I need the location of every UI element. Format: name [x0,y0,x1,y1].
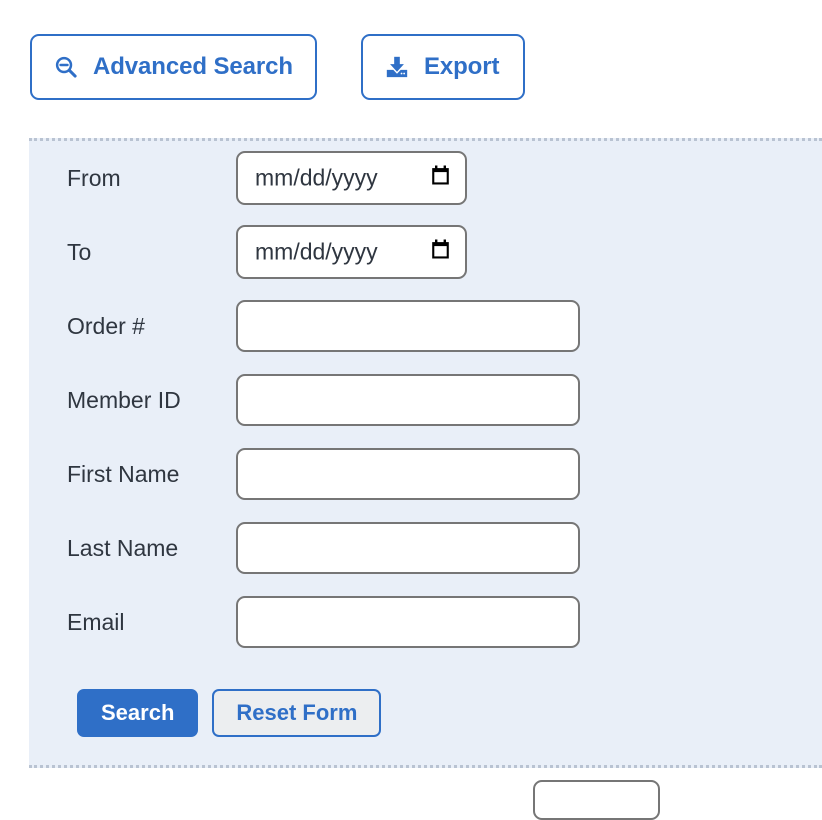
reset-form-button[interactable]: Reset Form [212,689,382,737]
search-submit-button[interactable]: Search [77,689,199,737]
label-to: To [67,238,92,265]
label-email: Email [67,608,125,635]
to-date-input[interactable] [236,225,467,279]
last-name-input[interactable] [236,522,580,574]
clipped-input-below-fold[interactable] [533,780,660,820]
label-member-id: Member ID [67,386,181,413]
label-first-name: First Name [67,460,180,487]
export-button[interactable]: Export [360,34,526,100]
form-row-from: From mm/dd/yyyy [29,141,580,215]
label-last-name: Last Name [67,534,179,561]
form-actions: Search Reset Form [77,689,382,737]
advanced-search-panel: From mm/dd/yyyy To mm/dd/yyyy Order # Me… [29,138,822,768]
label-order-number: Order # [67,312,145,339]
member-id-input[interactable] [236,374,580,426]
form-row-email: Email [29,585,580,659]
advanced-search-button-label: Advanced Search [93,53,293,80]
action-toolbar: Advanced Search Export [30,34,526,100]
from-date-input[interactable] [236,151,467,205]
order-number-input[interactable] [236,300,580,352]
advanced-search-button[interactable]: Advanced Search [30,34,317,100]
form-row-order-number: Order # [29,289,580,363]
form-row-first-name: First Name [29,437,580,511]
first-name-input[interactable] [236,448,580,500]
download-tray-icon [383,53,411,81]
email-input[interactable] [236,596,580,648]
form-row-last-name: Last Name [29,511,580,585]
label-from: From [67,164,121,191]
to-date-wrapper: mm/dd/yyyy [236,225,467,279]
export-button-label: Export [423,53,500,80]
from-date-wrapper: mm/dd/yyyy [236,151,467,205]
form-row-member-id: Member ID [29,363,580,437]
search-form: From mm/dd/yyyy To mm/dd/yyyy Order # Me… [29,141,580,659]
zoom-out-magnifier-icon [52,53,80,81]
form-row-to: To mm/dd/yyyy [29,215,580,289]
